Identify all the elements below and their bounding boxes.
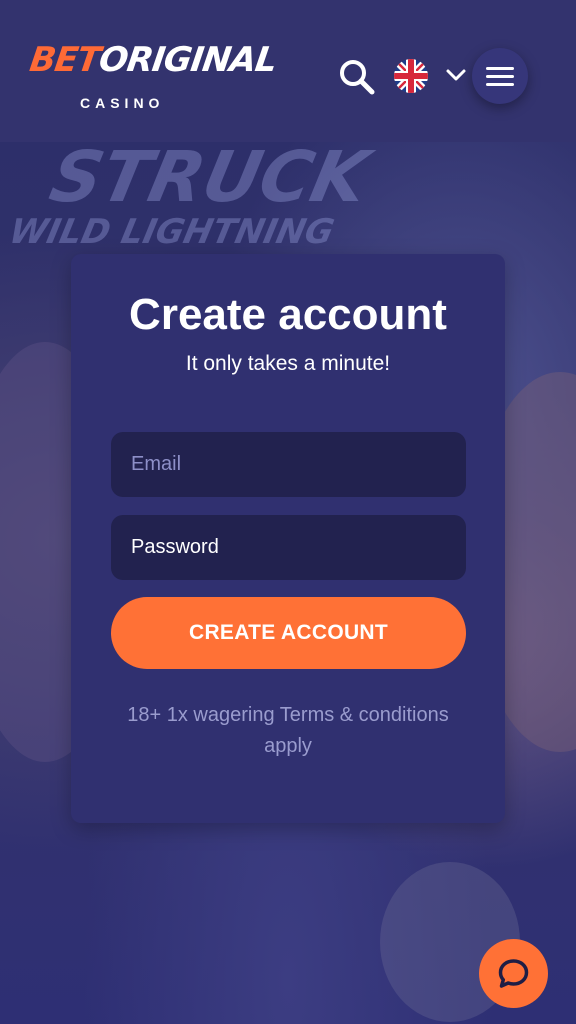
chevron-down-icon bbox=[446, 69, 466, 81]
signup-title: Create account bbox=[129, 290, 447, 339]
create-account-button[interactable]: CREATE ACCOUNT bbox=[111, 597, 466, 669]
password-field[interactable] bbox=[111, 515, 466, 580]
logo-wordmark: BETORIGINAL bbox=[27, 40, 279, 80]
hero-game-title: STRUCK bbox=[43, 142, 376, 218]
language-selector[interactable] bbox=[394, 59, 428, 93]
signup-subtitle: It only takes a minute! bbox=[185, 352, 391, 375]
uk-flag-icon bbox=[394, 59, 428, 93]
terms-notice: 18+ 1x wagering Terms & conditions apply bbox=[127, 704, 449, 757]
chat-bubble-icon bbox=[498, 959, 529, 988]
site-header: BETORIGINAL CASINO bbox=[0, 0, 576, 142]
search-icon bbox=[340, 60, 375, 95]
language-dropdown-toggle[interactable] bbox=[444, 64, 468, 86]
logo-subtitle: CASINO bbox=[80, 95, 165, 111]
chat-button[interactable] bbox=[479, 939, 548, 1008]
menu-button[interactable] bbox=[472, 48, 528, 104]
hero-game-subtitle: WILD LIGHTNING bbox=[5, 212, 338, 252]
terms-link[interactable]: Terms & conditions bbox=[280, 704, 449, 726]
email-field[interactable] bbox=[111, 432, 466, 497]
signup-card: Create account It only takes a minute! C… bbox=[71, 254, 505, 823]
betoriginal-logo[interactable]: BETORIGINAL CASINO bbox=[27, 40, 279, 114]
search-button[interactable] bbox=[338, 58, 376, 96]
